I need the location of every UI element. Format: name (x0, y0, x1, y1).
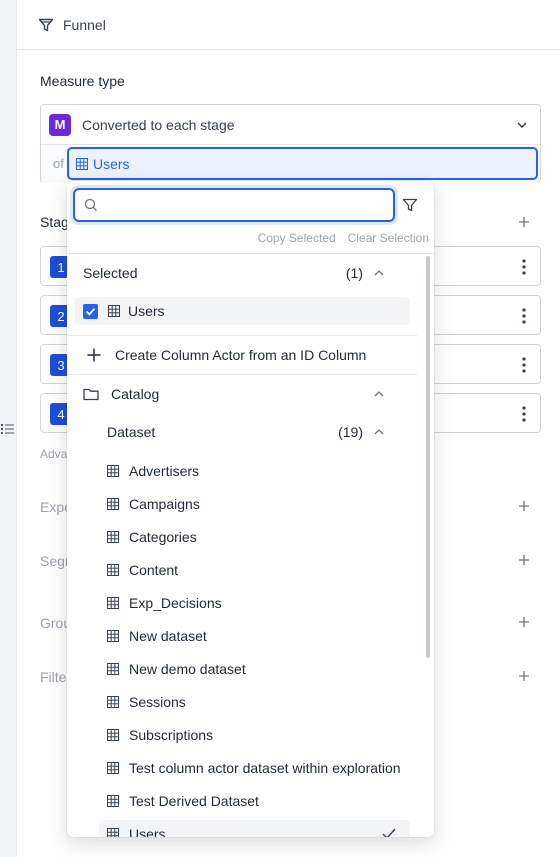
dataset-item-label: Sessions (129, 694, 186, 710)
selected-item-label: Users (128, 303, 165, 319)
selection-actions: Copy Selected Clear Selection (258, 231, 429, 245)
checkmark-icon (382, 828, 396, 837)
table-icon (107, 531, 119, 543)
catalog-label: Catalog (111, 386, 160, 402)
selected-item[interactable]: Users (75, 297, 410, 325)
catalog-section-header[interactable]: Catalog (67, 375, 417, 413)
actor-row: of Users (41, 145, 540, 183)
chevron-up-icon[interactable] (374, 390, 384, 398)
measure-badge: M (49, 113, 71, 136)
dataset-item[interactable]: New dataset (107, 622, 207, 650)
chevron-up-icon[interactable] (374, 428, 384, 436)
stages-label: Stag (40, 214, 69, 230)
of-label: of (53, 156, 64, 171)
add-segment-icon[interactable] (518, 554, 530, 566)
table-icon (107, 663, 119, 675)
selected-count: (1) (345, 265, 363, 281)
dataset-item-label: Campaigns (129, 496, 200, 512)
add-expression-icon[interactable] (518, 500, 530, 512)
copy-selected-link[interactable]: Copy Selected (258, 231, 336, 245)
measure-type-box: M Converted to each stage of Users (40, 104, 541, 183)
measure-type-value: Converted to each stage (82, 116, 235, 133)
table-icon (107, 465, 119, 477)
dataset-item-label: Advertisers (129, 463, 200, 479)
actor-dropdown: Copy Selected Clear Selection Selected (… (67, 181, 434, 837)
more-icon[interactable] (522, 259, 526, 275)
dataset-section-header[interactable]: Dataset (19) (67, 413, 417, 451)
table-icon (107, 828, 119, 837)
table-icon (107, 564, 119, 576)
table-icon (76, 157, 88, 170)
dataset-item[interactable]: Content (107, 556, 178, 584)
actor-value: Users (93, 155, 130, 172)
left-rail (0, 0, 17, 857)
dataset-item[interactable]: Subscriptions (107, 721, 213, 749)
plus-icon (87, 348, 101, 362)
advanced-link[interactable]: Adva (40, 447, 67, 461)
dataset-item[interactable]: New demo dataset (107, 655, 246, 683)
search-icon (84, 198, 97, 211)
table-icon (107, 795, 119, 807)
add-group-icon[interactable] (518, 616, 530, 628)
dataset-item[interactable]: Test Derived Dataset (107, 787, 259, 815)
table-icon (107, 762, 119, 774)
dataset-item[interactable]: Advertisers (107, 457, 199, 485)
funnel-icon (38, 18, 54, 31)
add-filter-icon[interactable] (518, 670, 530, 682)
measure-type-label: Measure type (40, 73, 125, 89)
add-stage-icon[interactable] (518, 216, 530, 228)
create-column-actor-button[interactable]: Create Column Actor from an ID Column (67, 336, 417, 374)
dataset-item[interactable]: Categories (107, 523, 197, 551)
scrollbar[interactable] (426, 256, 430, 658)
chevron-up-icon[interactable] (374, 269, 384, 277)
filter-icon[interactable] (402, 197, 418, 213)
dataset-item-label: Test column actor dataset within explora… (129, 760, 401, 776)
table-icon (107, 630, 119, 642)
measure-type-select[interactable]: M Converted to each stage (41, 105, 540, 145)
dataset-label: Dataset (107, 424, 156, 440)
dataset-item-label: Users (129, 826, 166, 837)
dataset-item[interactable]: Users (99, 820, 410, 837)
dataset-count: (19) (338, 424, 363, 440)
more-icon[interactable] (522, 357, 526, 373)
clear-selection-link[interactable]: Clear Selection (348, 231, 429, 245)
create-column-actor-label: Create Column Actor from an ID Column (115, 347, 367, 363)
dataset-item[interactable]: Exp_Decisions (107, 589, 222, 617)
dataset-item-label: Test Derived Dataset (129, 793, 259, 809)
dataset-item-label: New demo dataset (129, 661, 246, 677)
table-icon (107, 597, 119, 609)
selected-section-header[interactable]: Selected (1) (67, 254, 417, 292)
table-icon (108, 305, 120, 317)
dataset-item-label: New dataset (129, 628, 207, 644)
dataset-item[interactable]: Campaigns (107, 490, 200, 518)
search-box[interactable] (73, 188, 395, 222)
dataset-item-label: Content (129, 562, 179, 578)
actor-select[interactable]: Users (67, 147, 538, 180)
table-icon (107, 498, 119, 510)
chevron-down-icon[interactable] (516, 119, 528, 131)
table-icon (107, 696, 119, 708)
filters-label: Filte (40, 669, 67, 685)
panel-header: Funnel (17, 0, 560, 50)
dataset-item-label: Exp_Decisions (129, 595, 222, 611)
checkbox-checked-icon[interactable] (83, 303, 98, 319)
panel-title: Funnel (63, 16, 106, 33)
more-icon[interactable] (522, 406, 526, 422)
folder-icon (83, 388, 99, 401)
dropdown-list[interactable]: Selected (1) Users Create Column Actor f… (67, 253, 434, 837)
dataset-item-label: Subscriptions (129, 727, 214, 743)
dataset-item[interactable]: Sessions (107, 688, 186, 716)
dataset-item[interactable]: Test column actor dataset within explora… (107, 754, 401, 782)
list-icon[interactable] (1, 423, 14, 435)
table-icon (107, 729, 119, 741)
dataset-item-label: Categories (129, 529, 197, 545)
more-icon[interactable] (522, 308, 526, 324)
selected-header-label: Selected (83, 265, 138, 281)
search-input[interactable] (104, 192, 374, 218)
